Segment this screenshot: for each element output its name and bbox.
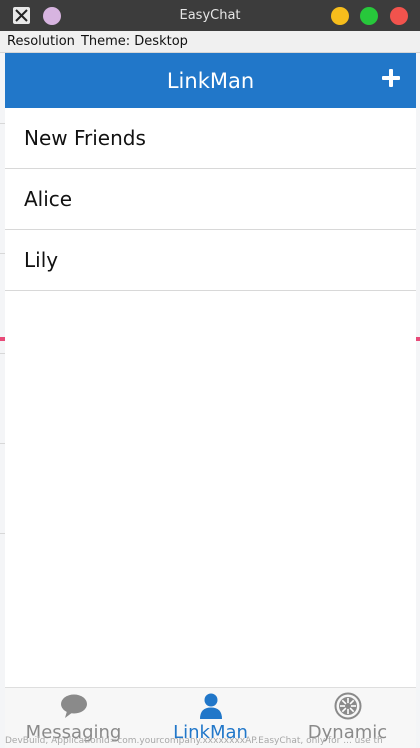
window-title: EasyChat — [179, 8, 241, 23]
contact-name: Lily — [24, 248, 59, 272]
contact-name: New Friends — [24, 126, 146, 150]
aperture-icon — [333, 692, 363, 720]
chat-bubble-icon — [59, 692, 89, 720]
window-titlebar[interactable]: EasyChat — [0, 0, 420, 31]
close-icon[interactable] — [390, 7, 408, 25]
contact-item-new-friends[interactable]: New Friends — [5, 108, 416, 169]
app-header: LinkMan — [5, 53, 416, 108]
page-title: LinkMan — [166, 68, 255, 93]
pin-icon[interactable] — [43, 7, 61, 25]
contact-item-lily[interactable]: Lily — [5, 230, 416, 291]
contact-name: Alice — [24, 187, 73, 211]
contact-list: New Friends Alice Lily — [5, 108, 416, 291]
contact-item-alice[interactable]: Alice — [5, 169, 416, 230]
plus-icon[interactable] — [382, 69, 400, 87]
menu-resolution[interactable]: Resolution — [7, 34, 75, 49]
minimize-icon[interactable] — [331, 7, 349, 25]
menubar: Resolution Theme: Desktop — [0, 31, 420, 53]
dev-build-watermark: DevBuild, ApplicationId=com.yourcompany.… — [5, 736, 383, 746]
maximize-icon[interactable] — [360, 7, 378, 25]
app-screen: LinkMan New Friends Alice Lily Messaging — [5, 53, 416, 748]
person-icon — [196, 692, 226, 720]
host-accent-mark-right — [416, 337, 420, 341]
menu-theme[interactable]: Theme: Desktop — [81, 34, 188, 49]
x-app-icon[interactable] — [13, 7, 30, 24]
